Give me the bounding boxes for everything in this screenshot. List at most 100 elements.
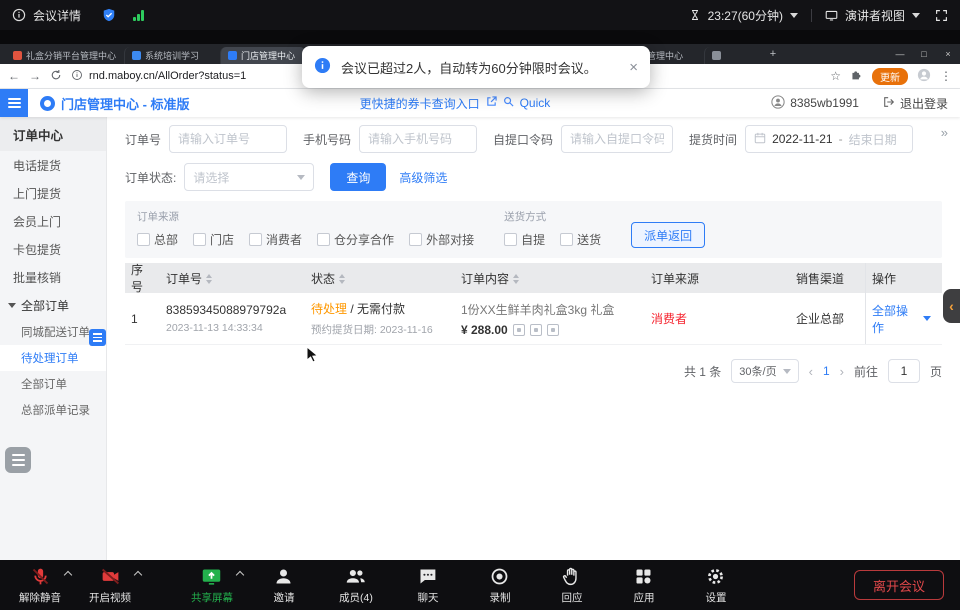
sidebar-item-batch-verify[interactable]: 批量核销	[0, 263, 106, 291]
browser-tab[interactable]: 礼盒分销平台管理中心	[6, 47, 124, 64]
members-button[interactable]: 成员(4)	[334, 565, 378, 605]
prev-page-icon[interactable]: ‹	[809, 364, 813, 379]
current-page[interactable]: 1	[823, 364, 830, 378]
chat-button[interactable]: 聊天	[406, 565, 450, 605]
apps-button[interactable]: 应用	[622, 565, 666, 605]
sidebar-item-door-pickup[interactable]: 上门提货	[0, 179, 106, 207]
checkbox-consumer[interactable]: 消费者	[249, 231, 302, 248]
quick-link-label[interactable]: Quick	[520, 96, 551, 110]
reaction-button[interactable]: 回应	[550, 565, 594, 605]
close-icon[interactable]: ×	[629, 59, 638, 76]
sidebar-item-pending-orders[interactable]: 待处理订单	[0, 345, 106, 371]
sidebar-item-phone-pickup[interactable]: 电话提货	[0, 151, 106, 179]
video-options-caret-icon[interactable]	[134, 571, 142, 579]
phone-input[interactable]	[359, 125, 477, 153]
sidebar-item-all-orders[interactable]: 全部订单	[0, 371, 106, 397]
search-button[interactable]: 查询	[330, 163, 386, 191]
maximize-icon[interactable]: □	[912, 44, 936, 64]
checkbox-self-pickup[interactable]: 自提	[504, 231, 545, 248]
sidebar-group-all-orders[interactable]: 全部订单	[0, 291, 106, 319]
share-screen-button[interactable]: 共享屏幕	[190, 565, 234, 605]
goto-page-input[interactable]	[888, 359, 920, 383]
browser-tab-active[interactable]: 门店管理中心	[220, 47, 306, 64]
advanced-filter-link[interactable]: 高级筛选	[399, 169, 447, 186]
table-header: 序号 订单号 状态 订单内容 订单来源 销售渠道 操作	[125, 263, 942, 293]
update-chip[interactable]: 更新	[872, 68, 908, 85]
search-icon[interactable]	[503, 96, 514, 110]
browser-tab[interactable]: 系统培训学习	[124, 47, 220, 64]
checkbox-share-coop[interactable]: 仓分享合作	[317, 231, 394, 248]
browser-tab[interactable]	[704, 47, 764, 64]
user-account[interactable]: 8385wb1991	[771, 95, 859, 112]
minimize-icon[interactable]: —	[888, 44, 912, 64]
pickup-code-input[interactable]	[561, 125, 673, 153]
quick-entry-link[interactable]: 更快捷的券卡查询入口	[360, 95, 480, 112]
sort-icon[interactable]	[513, 274, 519, 284]
menu-icon[interactable]	[0, 89, 28, 117]
view-mode-caret-icon[interactable]	[912, 13, 920, 18]
back-icon[interactable]: ←	[8, 69, 20, 83]
checkbox-delivery[interactable]: 送货	[560, 231, 601, 248]
sidebar-item-member-visit[interactable]: 会员上门	[0, 207, 106, 235]
app-brand: 门店管理中心 - 标准版	[40, 94, 190, 113]
browser-window: 礼盒分销平台管理中心 系统培训学习 门店管理中心 平台管理中心 + — □ × …	[0, 44, 960, 560]
video-button[interactable]: 开启视频	[88, 565, 132, 605]
checkbox-hq[interactable]: 总部	[137, 231, 178, 248]
header-content[interactable]: 订单内容	[455, 270, 645, 287]
next-page-icon[interactable]: ›	[840, 364, 844, 379]
toast-message: 会议已超过2人，自动转为60分钟限时会议。	[341, 58, 597, 77]
forward-icon[interactable]: →	[29, 69, 41, 83]
settings-button[interactable]: 设置	[694, 565, 738, 605]
extensions-icon[interactable]	[850, 68, 863, 84]
sidebar-item-card-pickup[interactable]: 卡包提货	[0, 235, 106, 263]
page-size-select[interactable]: 30条/页	[731, 359, 798, 383]
mouse-cursor	[306, 346, 320, 364]
dispatch-return-button[interactable]: 派单返回	[631, 222, 705, 248]
apps-grid-icon	[633, 565, 654, 587]
date-range-picker[interactable]: 2022-11-21 - 结束日期	[745, 125, 913, 153]
refresh-icon[interactable]	[50, 69, 62, 84]
pickup-code-label: 自提口令码	[493, 131, 553, 148]
order-no-input[interactable]	[169, 125, 287, 153]
sidebar-collapse-handle[interactable]	[89, 329, 106, 346]
view-mode-label[interactable]: 演讲者视图	[845, 7, 905, 24]
external-link-icon[interactable]	[486, 96, 497, 110]
order-status-select[interactable]: 请选择	[184, 163, 314, 191]
filter-row-2: 订单状态: 请选择 查询 高级筛选	[125, 163, 942, 191]
info-icon[interactable]	[12, 8, 26, 22]
fullscreen-icon[interactable]	[935, 9, 948, 22]
browser-menu-icon[interactable]: ⋮	[940, 69, 952, 83]
sort-icon[interactable]	[206, 274, 212, 284]
checkbox-external[interactable]: 外部对接	[409, 231, 474, 248]
checkbox-store[interactable]: 门店	[193, 231, 234, 248]
checkbox-icon	[193, 233, 206, 246]
header-order-no[interactable]: 订单号	[160, 270, 305, 287]
floating-widget-button[interactable]	[5, 447, 31, 473]
record-button[interactable]: 录制	[478, 565, 522, 605]
new-tab-button[interactable]: +	[764, 48, 782, 60]
shield-icon[interactable]	[102, 8, 116, 22]
timer-caret-icon[interactable]	[790, 13, 798, 18]
profile-avatar-icon[interactable]	[917, 68, 931, 85]
sidebar-item-hq-dispatch-records[interactable]: 总部派单记录	[0, 397, 106, 423]
logout-button[interactable]: 退出登录	[883, 95, 948, 112]
collapse-panel-icon[interactable]: »	[941, 125, 948, 140]
sort-icon[interactable]	[339, 274, 345, 284]
invite-button[interactable]: 邀请	[262, 565, 306, 605]
side-panel-handle[interactable]: ‹	[943, 289, 960, 323]
header-status[interactable]: 状态	[305, 270, 455, 287]
order-no-label: 订单号	[125, 131, 161, 148]
app-logo-icon	[40, 96, 55, 111]
share-options-caret-icon[interactable]	[236, 571, 244, 579]
table-row: 1 83859345088979792a 2023-11-13 14:33:34…	[125, 293, 942, 345]
row-actions-dropdown[interactable]: 全部操作	[865, 293, 937, 344]
mic-options-caret-icon[interactable]	[64, 571, 72, 579]
leave-meeting-button[interactable]: 离开会议	[854, 570, 944, 600]
mute-button[interactable]: 解除静音	[18, 565, 62, 605]
close-icon[interactable]: ×	[936, 44, 960, 64]
site-info-icon[interactable]	[71, 69, 83, 84]
meeting-details-label[interactable]: 会议详情	[33, 7, 81, 24]
checkbox-icon	[249, 233, 262, 246]
cell-content: 1份XX生鲜羊肉礼盒3kg 礼盒 ¥ 288.00	[455, 301, 645, 337]
bookmark-star-icon[interactable]: ☆	[830, 69, 841, 83]
